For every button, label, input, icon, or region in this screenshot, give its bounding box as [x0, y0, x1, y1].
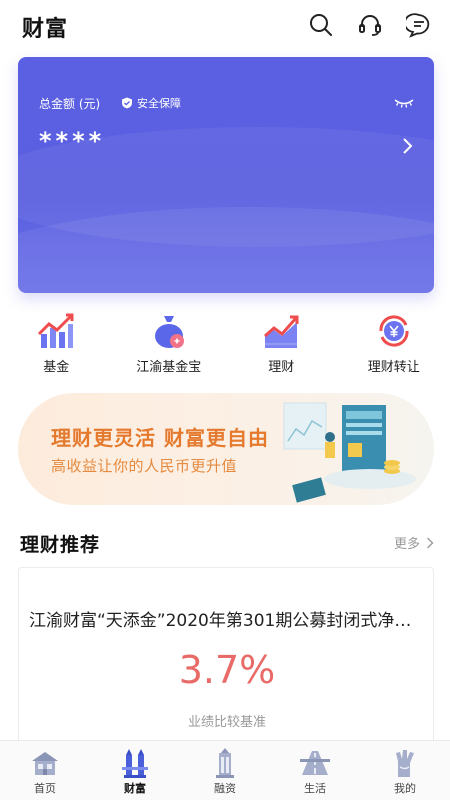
product-card[interactable]: 江渝财富“天添金”2020年第301期公募封闭式净值型理财产品 3.7% 业绩比… [18, 567, 434, 752]
page-title: 财富 [22, 17, 69, 42]
menu-item-finance-transfer[interactable]: 理财转让 [338, 312, 450, 382]
message-icon[interactable] [403, 12, 432, 38]
home-icon [32, 752, 58, 775]
security-badge: 安全保障 [121, 95, 181, 111]
security-label: 安全保障 [137, 97, 181, 110]
menu-label: 理财转让 [367, 360, 420, 375]
section-title: 理财推荐 [20, 534, 101, 556]
money-bag-icon [154, 316, 184, 348]
nav-label: 融资 [214, 782, 236, 795]
yuan-transfer-icon [379, 315, 409, 347]
finance-chart-icon [264, 315, 299, 348]
profile-icon [396, 750, 414, 777]
banner-subtitle: 高收益让你的人民币更升值 [51, 457, 238, 475]
financing-icon [216, 748, 234, 778]
quick-menu: 基金 江渝基金宝 理财 理财转让 [0, 312, 450, 382]
promo-banner[interactable]: 理财更灵活 财富更自由 高收益让你的人民币更升值 [18, 393, 434, 505]
menu-label: 理财 [268, 360, 295, 375]
total-amount-label: 总金额 (元) [39, 97, 101, 111]
headset-icon[interactable] [357, 12, 383, 38]
search-icon[interactable] [308, 12, 334, 38]
product-name: 江渝财富“天添金”2020年第301期公募封闭式净值型理财产品 [29, 611, 425, 631]
product-rate: 3.7% [178, 648, 276, 692]
banner-title: 理财更灵活 财富更自由 [51, 426, 269, 450]
chevron-right-icon [427, 537, 434, 548]
nav-item-life[interactable]: 生活 [270, 741, 360, 800]
wealth-card[interactable]: 总金额 (元) 安全保障 **** [18, 57, 434, 293]
menu-item-fund-treasure[interactable]: 江渝基金宝 [113, 312, 226, 382]
total-amount-value: **** [39, 127, 106, 155]
menu-label: 基金 [43, 360, 70, 375]
menu-item-fund[interactable]: 基金 [0, 312, 113, 382]
hide-eye-icon[interactable] [394, 97, 414, 109]
nav-item-financing[interactable]: 融资 [180, 741, 270, 800]
nav-item-profile[interactable]: 我的 [360, 741, 450, 800]
chevron-right-icon[interactable] [400, 137, 414, 155]
life-icon [300, 751, 330, 775]
nav-item-wealth[interactable]: 财富 [90, 741, 180, 800]
wealth-icon [122, 749, 148, 778]
more-link[interactable]: 更多 [394, 533, 434, 552]
more-label: 更多 [393, 537, 420, 552]
nav-item-home[interactable]: 首页 [0, 741, 90, 800]
bottom-nav: 首页 财富 融资 生活 我的 [0, 740, 450, 800]
menu-item-finance[interactable]: 理财 [225, 312, 338, 382]
nav-label: 财富 [124, 782, 146, 795]
menu-label: 江渝基金宝 [136, 360, 202, 375]
product-rate-label: 业绩比较基准 [187, 715, 266, 730]
card-wave [18, 207, 434, 293]
nav-label: 首页 [34, 782, 56, 795]
fund-chart-icon [38, 313, 74, 348]
nav-label: 我的 [394, 782, 416, 795]
nav-label: 生活 [304, 782, 326, 795]
top-header: 财富 [0, 0, 450, 52]
shield-icon [122, 97, 132, 109]
banner-illustration [283, 402, 416, 503]
